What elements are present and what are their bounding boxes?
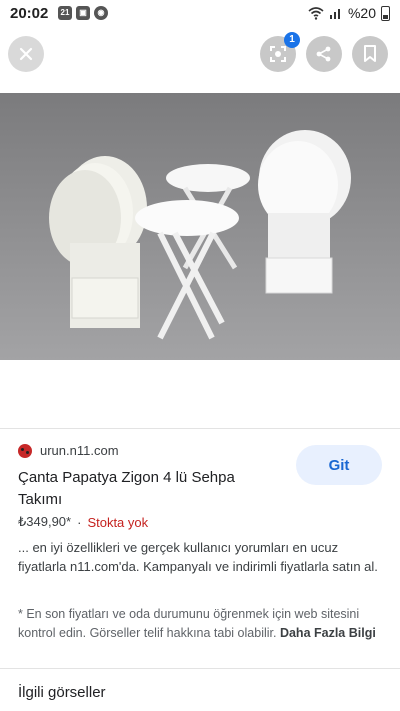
source-row[interactable]: urun.n11.com xyxy=(18,443,119,458)
folding-tables-illustration xyxy=(0,93,400,360)
battery-percent: %20 xyxy=(347,5,376,21)
separator: · xyxy=(77,514,82,530)
notification-icons: 21 ▣ ◉ xyxy=(58,6,108,20)
product-image[interactable] xyxy=(0,93,400,360)
more-info-link[interactable]: Daha Fazla Bilgi xyxy=(280,626,376,640)
share-icon xyxy=(316,46,331,62)
close-icon xyxy=(19,47,33,61)
status-bar: 20:02 21 ▣ ◉ %20 xyxy=(0,0,400,28)
stock-status: Stokta yok xyxy=(87,514,149,530)
disclaimer-note: * En son fiyatları ve oda durumunu öğren… xyxy=(18,605,384,643)
share-button[interactable] xyxy=(306,36,342,72)
site-favicon-icon xyxy=(18,443,32,458)
lens-badge: 1 xyxy=(284,32,300,48)
app-notif-icon: ▣ xyxy=(76,6,90,20)
status-time: 20:02 xyxy=(10,5,49,22)
close-button[interactable] xyxy=(8,36,44,72)
save-button[interactable] xyxy=(352,36,388,72)
calendar-notif-icon: 21 xyxy=(58,6,72,20)
price-row: ₺349,90* · Stokta yok xyxy=(18,514,148,530)
divider xyxy=(0,668,400,669)
go-button[interactable]: Git xyxy=(296,445,382,485)
lens-button[interactable]: 1 xyxy=(260,32,300,72)
status-right: %20 xyxy=(308,5,390,21)
divider xyxy=(0,428,400,429)
battery-icon xyxy=(381,5,390,21)
source-domain[interactable]: urun.n11.com xyxy=(40,443,119,458)
bookmark-icon xyxy=(364,45,376,62)
result-description: ... en iyi özellikleri ve gerçek kullanı… xyxy=(18,540,378,574)
result-title[interactable]: Çanta Papatya Zigon 4 lü Sehpa Takımı xyxy=(18,467,278,511)
whatsapp-icon: ◉ xyxy=(94,6,108,20)
signal-icon xyxy=(329,9,340,19)
related-images-heading: İlgili görseller xyxy=(18,684,106,701)
lens-icon xyxy=(270,46,286,62)
price: ₺349,90* xyxy=(18,514,72,529)
wifi-icon xyxy=(308,7,324,20)
